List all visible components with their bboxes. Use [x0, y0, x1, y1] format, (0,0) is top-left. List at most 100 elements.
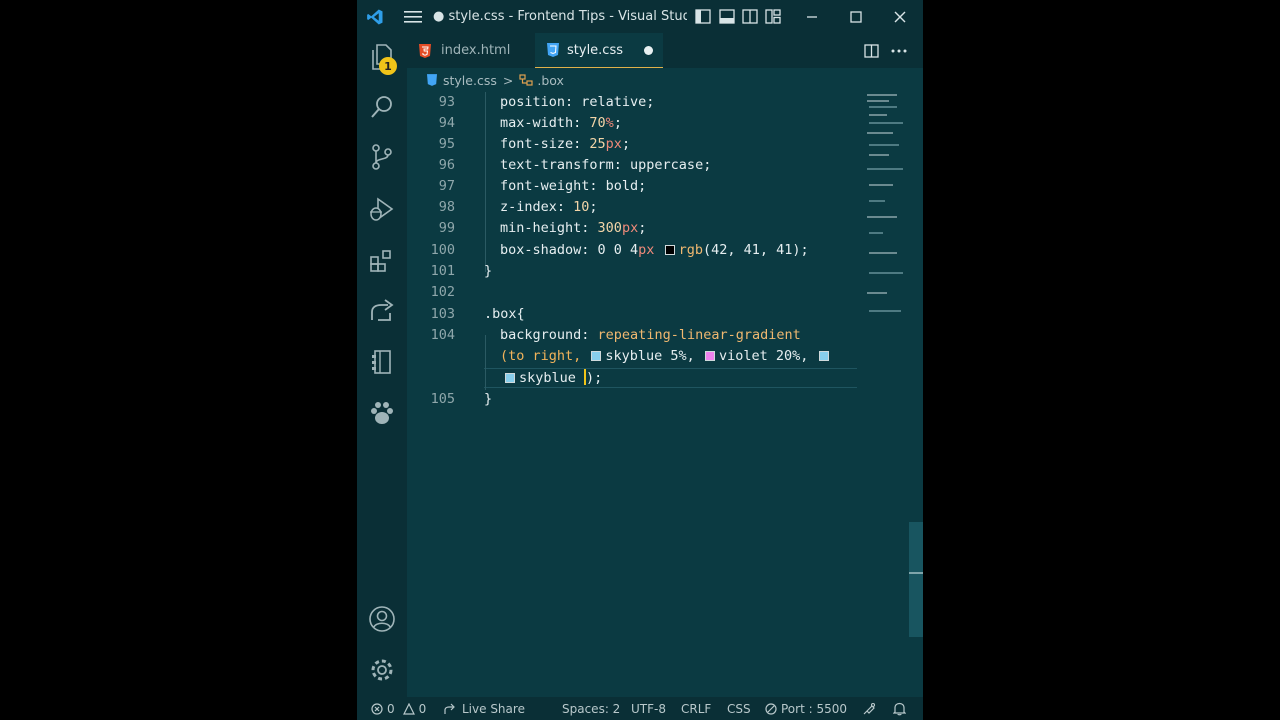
css-unit: % — [605, 115, 614, 131]
css-semicolon: ); — [586, 370, 603, 386]
color-swatch-skyblue[interactable] — [818, 351, 829, 361]
line-number: 98 — [438, 199, 455, 215]
minimize-icon[interactable] — [797, 0, 827, 33]
code-line: box-shadow: 0 0 4px rgb(42, 41, 41); — [500, 242, 809, 258]
css-property: min-height: — [500, 220, 598, 236]
feedback-icon[interactable] — [862, 697, 876, 720]
run-debug-icon[interactable] — [357, 185, 407, 233]
explorer-icon[interactable]: 1 — [357, 33, 407, 81]
css-function: repeating-linear-gradient — [597, 327, 801, 343]
notifications-bell-icon[interactable] — [893, 697, 906, 720]
eol-status[interactable]: CRLF — [681, 697, 711, 720]
css-property: box-shadow: 0 0 4 — [500, 242, 639, 258]
port-icon — [765, 702, 777, 715]
code-line: } — [484, 391, 493, 407]
explorer-badge: 1 — [379, 57, 397, 75]
tab-label: style.css — [567, 42, 623, 58]
line-number: 99 — [438, 220, 455, 236]
maximize-icon[interactable] — [841, 0, 871, 33]
css3-icon — [427, 74, 437, 86]
css-args: (to right, — [500, 348, 590, 364]
search-icon[interactable] — [357, 83, 407, 131]
live-share-status[interactable]: Live Share — [443, 697, 525, 720]
css-property: z-index: — [500, 199, 574, 215]
css-color-stop: skyblue 5%, — [605, 348, 703, 364]
css-semicolon: ; — [800, 242, 809, 258]
port-label: Port : 5500 — [781, 701, 847, 716]
live-share-icon — [443, 703, 457, 715]
code-line: background: repeating-linear-gradient — [500, 327, 801, 343]
split-editor-icon[interactable] — [857, 33, 885, 68]
live-server-port[interactable]: Port : 5500 — [765, 697, 847, 720]
css3-icon — [547, 43, 559, 57]
vertical-scrollbar[interactable] — [909, 522, 923, 637]
line-number: 97 — [438, 178, 455, 194]
accounts-icon[interactable] — [357, 595, 407, 643]
code-line: font-weight: bold; — [500, 178, 647, 194]
encoding-status[interactable]: UTF-8 — [631, 697, 666, 720]
title-bar: ● style.css - Frontend Tips - Visual Stu… — [357, 0, 923, 33]
css-color-stop: violet 20%, — [718, 348, 817, 364]
css-semicolon: ; — [589, 199, 598, 215]
css-unit: px — [638, 242, 655, 258]
unsaved-dot-icon[interactable] — [644, 46, 653, 55]
tab-style-css[interactable]: style.css — [535, 33, 663, 68]
live-share-icon[interactable] — [357, 287, 407, 335]
menu-icon[interactable] — [401, 0, 425, 33]
code-editor[interactable]: 93 position: relative; 94 max-width: 70%… — [407, 92, 923, 697]
line-number: 94 — [438, 115, 455, 131]
code-line: } — [484, 263, 493, 279]
css-property: background: — [500, 327, 598, 343]
html5-icon — [419, 43, 431, 58]
scrollbar-cursor-marker — [909, 572, 923, 574]
indent-guide — [485, 335, 486, 390]
line-number: 103 — [430, 306, 455, 322]
color-swatch-skyblue[interactable] — [505, 373, 515, 383]
color-swatch-black[interactable] — [664, 245, 675, 255]
line-number: 101 — [430, 263, 455, 279]
indentation-status[interactable]: Spaces: 2 — [562, 697, 620, 720]
minimap[interactable] — [865, 92, 907, 322]
css-number: 25 — [589, 136, 606, 152]
css-semicolon: ; — [621, 136, 631, 152]
line-number: 105 — [430, 391, 455, 407]
tab-index-html[interactable]: index.html — [407, 33, 535, 68]
toggle-secondary-sidebar-icon[interactable] — [740, 0, 760, 33]
more-actions-icon[interactable] — [885, 33, 913, 68]
language-mode-status[interactable]: CSS — [727, 697, 751, 720]
activity-bar: 1 — [357, 33, 407, 697]
toggle-panel-icon[interactable] — [717, 0, 737, 33]
code-line: text-transform: uppercase; — [500, 157, 712, 173]
code-line: min-height: 300px; — [500, 220, 646, 236]
error-count: 0 — [387, 701, 395, 716]
css-number: 300 — [597, 220, 622, 236]
line-number: 102 — [430, 284, 455, 300]
code-line: font-size: 25px; — [500, 136, 630, 152]
vscode-logo-icon — [363, 0, 387, 33]
source-control-icon[interactable] — [357, 133, 407, 181]
css-unit: px — [621, 220, 639, 236]
line-number: 96 — [438, 157, 455, 173]
color-swatch-skyblue[interactable] — [591, 351, 602, 361]
breadcrumb-file[interactable]: style.css — [443, 73, 497, 88]
window-title: ● style.css - Frontend Tips - Visual Stu… — [433, 9, 687, 24]
css-number: 10 — [573, 199, 590, 215]
css-semicolon: ; — [638, 220, 647, 236]
toggle-primary-sidebar-icon[interactable] — [693, 0, 713, 33]
notebook-icon[interactable] — [357, 338, 407, 386]
problems-indicator[interactable]: 0 0 — [371, 697, 426, 720]
code-line: max-width: 70%; — [500, 115, 622, 131]
color-swatch-violet[interactable] — [704, 351, 715, 361]
customize-layout-icon[interactable] — [763, 0, 783, 33]
paw-icon[interactable] — [357, 389, 407, 437]
breadcrumb-symbol[interactable]: .box — [537, 73, 564, 88]
extensions-icon[interactable] — [357, 237, 407, 285]
css-args: (42, 41, 41) — [702, 242, 801, 258]
css-semicolon: ; — [613, 115, 622, 131]
live-share-label: Live Share — [462, 701, 525, 716]
status-bar: 0 0 Live Share Spaces: 2 UTF-8 CRLF CSS … — [357, 697, 923, 720]
close-icon[interactable] — [885, 0, 915, 33]
error-icon — [371, 702, 383, 715]
code-line: .box{ — [484, 306, 525, 322]
settings-gear-icon[interactable] — [357, 646, 407, 694]
